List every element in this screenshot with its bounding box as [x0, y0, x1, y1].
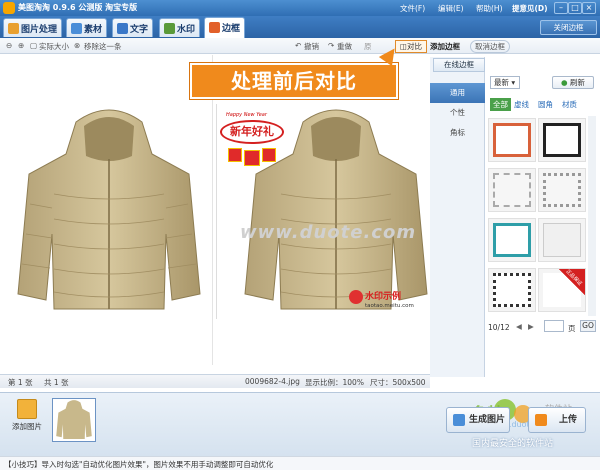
app-logo-icon — [3, 2, 15, 14]
new-year-badge: Happy New Year 新年好礼 — [218, 112, 288, 182]
site-slogan: 国内最安全的软件站 — [472, 439, 554, 449]
status-filename: 0009682-4.jpg — [245, 377, 300, 386]
generate-image-button[interactable]: 生成图片 — [446, 407, 510, 433]
add-frame-label: 添加边框 — [430, 42, 460, 51]
category-general[interactable]: 通用 — [430, 83, 485, 103]
tip-text: 【小技巧】导入时勾选"自动优化图片效果"，图片效果不用手动调整即可自动优化 — [4, 460, 274, 469]
close-icon[interactable]: × — [582, 2, 596, 14]
watermark-stamp: 水印示例 taotao.meitu.com — [349, 287, 423, 315]
frame-thumb[interactable]: 正品保证 — [538, 268, 586, 312]
status-ratio: 显示比例：100% — [305, 378, 364, 387]
go-button[interactable]: GO — [580, 320, 596, 332]
frame-thumb[interactable] — [488, 218, 536, 262]
actual-size-button[interactable]: 实际大小 — [39, 41, 69, 52]
main-tab-bar: 图片处理 素材 文字 水印 边框 — [0, 16, 600, 38]
frame-thumb[interactable] — [538, 218, 586, 262]
tip-bar: 【小技巧】导入时勾选"自动优化图片效果"，图片效果不用手动调整即可自动优化 — [0, 456, 600, 470]
gift-box-icon — [228, 148, 242, 162]
frame-thumb[interactable] — [488, 268, 536, 312]
status-bar: 第 1 张 共 1 张 0009682-4.jpg 显示比例：100% 尺寸：5… — [0, 374, 430, 388]
upload-icon — [535, 414, 547, 426]
tab-frame[interactable]: 边框 — [204, 17, 246, 38]
category-personal[interactable]: 个性 — [430, 103, 485, 123]
remove-icon: ⊗ — [74, 41, 81, 50]
cancel-frame-button[interactable]: 取消边框 — [470, 40, 510, 53]
close-frame-button[interactable]: 关闭边框 — [540, 20, 597, 35]
frame-thumb[interactable] — [488, 118, 536, 162]
filter-round[interactable]: 圆角 — [538, 99, 553, 110]
compare-callout: 处理前后对比 — [190, 63, 398, 99]
add-picture-icon — [17, 399, 37, 419]
refresh-icon: ● — [561, 78, 568, 87]
tab-image-process[interactable]: 图片处理 — [3, 18, 63, 37]
category-corner[interactable]: 角标 — [430, 123, 485, 143]
image-process-icon — [8, 23, 19, 34]
stamp-logo-icon — [349, 290, 363, 304]
compare-divider — [212, 55, 213, 365]
page-indicator: 10/12 — [488, 323, 510, 332]
frame-category-sidebar: 通用 个性 角标 — [430, 57, 485, 377]
filter-dashed[interactable]: 虚线 — [514, 99, 529, 110]
next-page-icon[interactable]: ▶ — [528, 322, 534, 331]
zoom-in-icon[interactable]: ⊕ — [18, 41, 24, 50]
remove-one-button[interactable]: 移除这一条 — [84, 41, 122, 52]
prev-page-icon[interactable]: ◀ — [516, 322, 522, 331]
add-picture-button[interactable]: 添加图片 — [8, 397, 46, 439]
watermark-icon — [164, 23, 175, 34]
compare-icon: ◫ — [399, 42, 408, 51]
frame-toolbar: 添加边框 取消边框 — [428, 38, 600, 54]
undo-button[interactable]: 撤销 — [304, 41, 319, 52]
gift-box-icon — [244, 150, 260, 166]
online-frame-tab[interactable]: 在线边框 — [433, 58, 485, 72]
reset-button[interactable]: 原 — [364, 41, 372, 52]
window-title: 美图淘淘 0.9.6 公测版 淘宝专版 — [18, 3, 138, 12]
frame-thumb[interactable] — [538, 118, 586, 162]
page-label: 页 — [568, 324, 576, 333]
duote-watermark: www.duote.com — [240, 222, 417, 243]
material-icon — [71, 23, 82, 34]
menu-feedback[interactable]: 提意见(D) — [512, 3, 548, 14]
compare-button[interactable]: ◫对比 — [395, 40, 427, 53]
tab-watermark[interactable]: 水印 — [159, 18, 201, 37]
undo-icon: ↶ — [295, 41, 302, 50]
status-total: 共 1 张 — [44, 378, 69, 387]
refresh-button[interactable]: ● 刷新 — [552, 76, 594, 89]
selected-image-thumb[interactable] — [52, 398, 96, 442]
upload-button[interactable]: 上传 — [528, 407, 586, 433]
redo-icon: ↷ — [328, 41, 335, 50]
chevron-down-icon: ▾ — [511, 78, 516, 87]
redo-button[interactable]: 重做 — [337, 41, 352, 52]
frame-thumb[interactable] — [488, 168, 536, 212]
sort-select[interactable]: 最新 ▾ — [490, 76, 520, 89]
tab-text[interactable]: 文字 — [112, 18, 154, 37]
pager: 10/12 ◀ ▶ 页 GO — [488, 320, 600, 334]
menu-edit[interactable]: 编辑(E) — [438, 3, 464, 14]
frame-icon — [209, 22, 220, 33]
text-icon — [117, 23, 128, 34]
tab-material[interactable]: 素材 — [66, 18, 108, 37]
filter-texture[interactable]: 材质 — [562, 99, 577, 110]
gift-box-icon — [262, 148, 276, 162]
frame-thumb[interactable] — [538, 168, 586, 212]
status-size: 尺寸：500x500 — [370, 378, 426, 387]
generate-icon — [453, 414, 465, 426]
actual-size-icon: ▢ — [30, 41, 38, 50]
menu-file[interactable]: 文件(F) — [400, 3, 425, 14]
status-page: 第 1 张 — [8, 378, 33, 387]
jacket-before-image — [17, 109, 201, 310]
menu-help[interactable]: 帮助(H) — [476, 3, 503, 14]
minimize-icon[interactable]: – — [554, 2, 568, 14]
toolbar: ⊖ ⊕ ▢ 实际大小 ⊗ 移除这一条 ↶ 撤销 ↷ 重做 原 — [0, 38, 430, 54]
frame-list-scrollbar[interactable] — [588, 116, 596, 316]
filter-all[interactable]: 全部 — [490, 98, 511, 111]
title-bar: 美图淘淘 0.9.6 公测版 淘宝专版 文件(F) 编辑(E) 帮助(H) 提意… — [0, 0, 600, 16]
page-input[interactable] — [544, 320, 564, 332]
maximize-icon[interactable]: □ — [568, 2, 582, 14]
zoom-out-icon[interactable]: ⊖ — [6, 41, 12, 50]
